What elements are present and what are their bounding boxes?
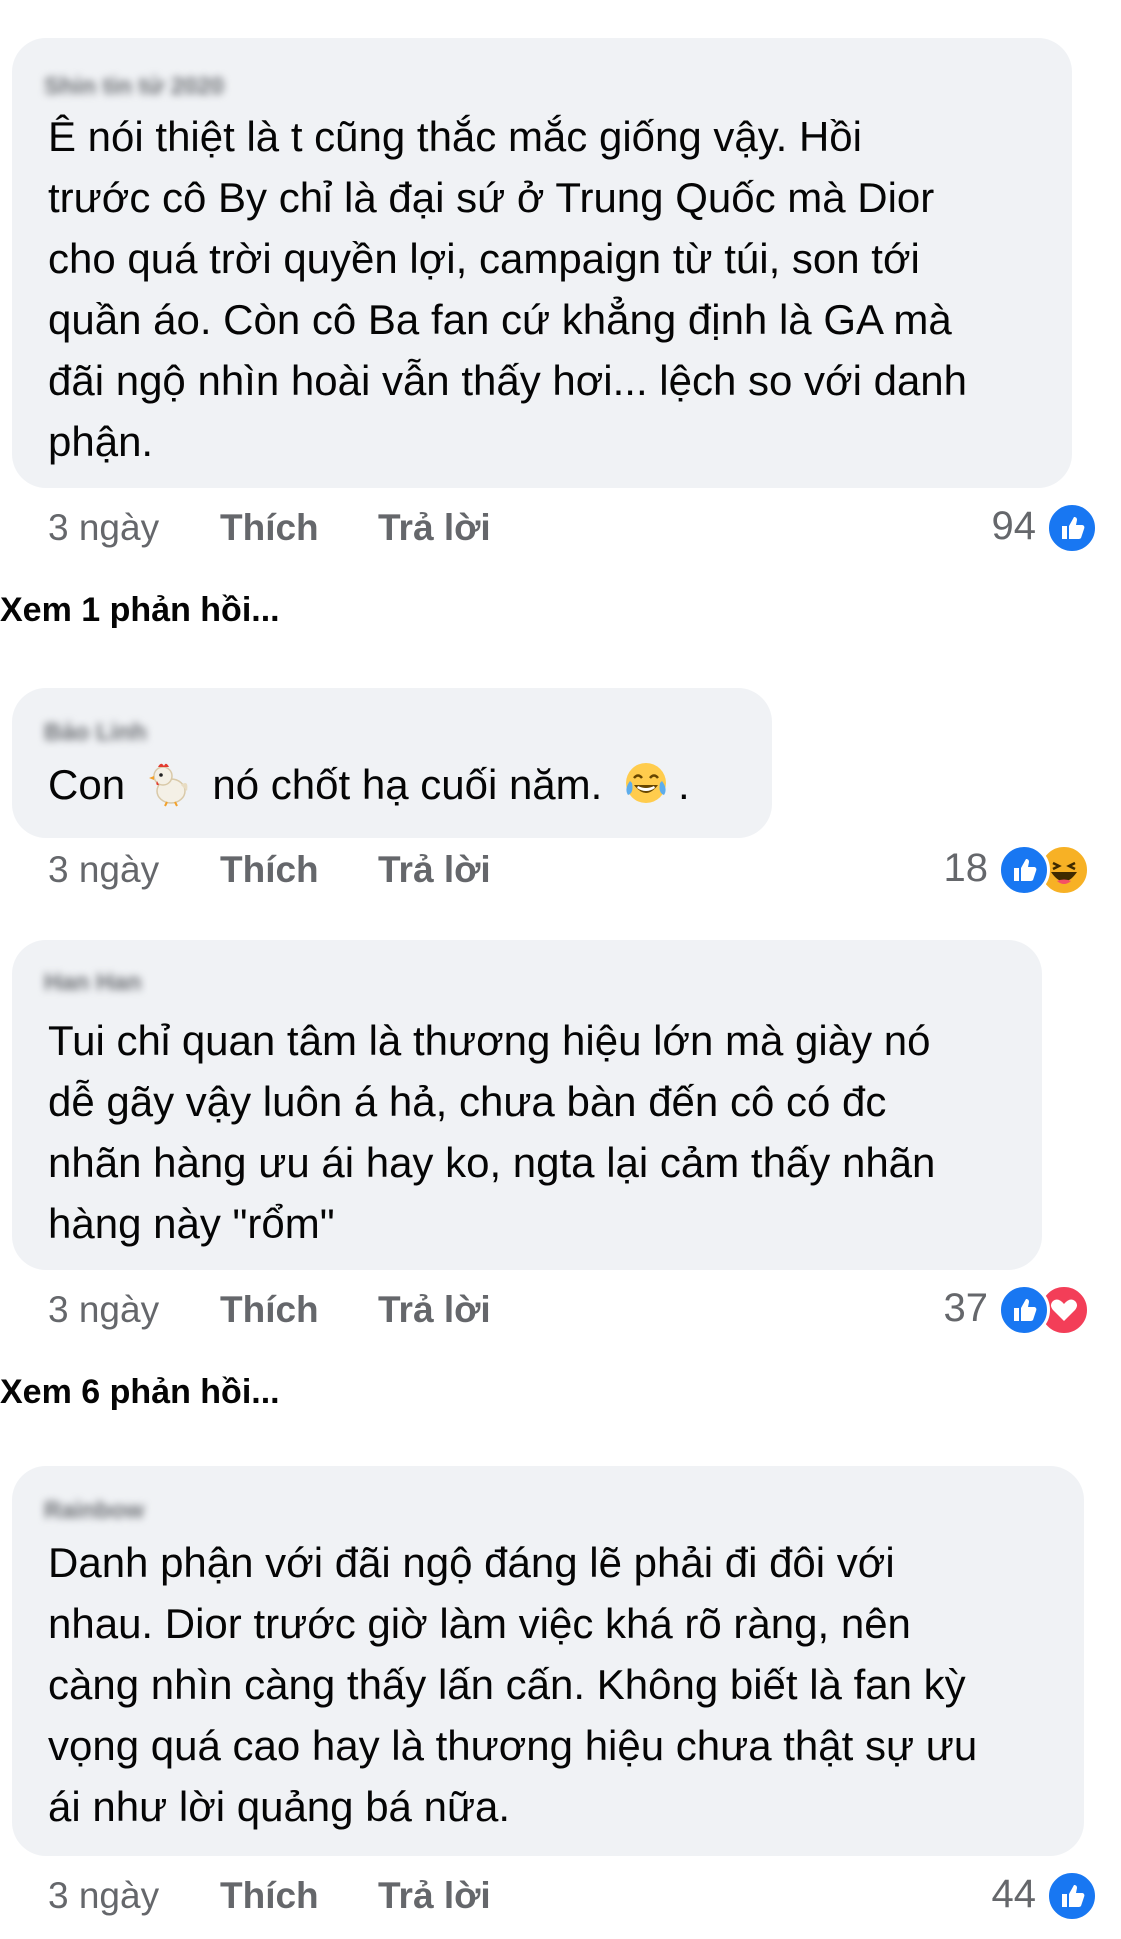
reply-button[interactable]: Trả lời: [378, 1872, 491, 1920]
comment-text-line: vọng quá cao hay là thương hiệu chưa thậ…: [48, 1722, 978, 1769]
comment-text-line: nhau. Dior trước giờ làm việc khá rõ ràn…: [48, 1600, 911, 1647]
like-icon: [998, 1284, 1050, 1336]
tears-of-joy-emoji: [622, 759, 670, 807]
comment-author[interactable]: Rainbow: [44, 1498, 144, 1524]
comment-text: Tui chỉ quan tâm là thương hiệu lớn mà g…: [48, 1010, 935, 1254]
comment-time[interactable]: 3 ngày: [48, 504, 220, 552]
comment-time[interactable]: 3 ngày: [48, 1872, 220, 1920]
comment-text-line: cho quá trời quyền lợi, campaign từ túi,…: [48, 235, 920, 282]
comment-text-line: đãi ngộ nhìn hoài vẫn thấy hơi... lệch s…: [48, 357, 968, 404]
comment-actions: 3 ngày Thích Trả lời: [48, 1872, 491, 1920]
comment-text-end: .: [678, 761, 690, 808]
like-icon: [1046, 1870, 1098, 1922]
reaction-icons[interactable]: [1046, 1870, 1106, 1922]
comment-author[interactable]: Shin tin tử 2020: [44, 74, 224, 100]
comment-text-line: càng nhìn càng thấy lấn cấn. Không biết …: [48, 1661, 966, 1708]
chicken-emoji: [145, 759, 193, 807]
comment-actions: 3 ngày Thích Trả lời: [48, 846, 491, 894]
reply-button[interactable]: Trả lời: [378, 846, 491, 894]
comment-text-line: dễ gãy vậy luôn á hả, chưa bàn đến cô có…: [48, 1078, 887, 1125]
reply-button[interactable]: Trả lời: [378, 1286, 491, 1334]
reaction-icons[interactable]: [998, 1284, 1098, 1336]
like-button[interactable]: Thích: [220, 1286, 378, 1334]
comment-text-line: Ê nói thiệt là t cũng thắc mắc giống vậy…: [48, 113, 862, 160]
comment-text-line: nhãn hàng ưu ái hay ko, ngta lại cảm thấ…: [48, 1139, 936, 1186]
comment-actions: 3 ngày Thích Trả lời: [48, 504, 491, 552]
like-button[interactable]: Thích: [220, 1872, 378, 1920]
comment-author[interactable]: Bảo Linh: [44, 720, 147, 746]
comment-text-line: trước cô By chỉ là đại sứ ở Trung Quốc m…: [48, 174, 935, 221]
comment-text-line: quần áo. Còn cô Ba fan cứ khẳng định là …: [48, 296, 952, 343]
reply-button[interactable]: Trả lời: [378, 504, 491, 552]
comment-actions: 3 ngày Thích Trả lời: [48, 1286, 491, 1334]
comment-bubble: Bảo Linh Con nó chốt hạ cuối năm. .: [12, 688, 772, 838]
comment-text-line: hàng này "rổm": [48, 1200, 335, 1247]
comment-text-middle: nó chốt hạ cuối năm.: [212, 761, 603, 808]
comment-text-line: Danh phận với đãi ngộ đáng lẽ phải đi đô…: [48, 1539, 895, 1586]
reaction-count[interactable]: 94: [946, 502, 1037, 550]
reaction-count[interactable]: 37: [898, 1284, 989, 1332]
reaction-icons[interactable]: [1046, 502, 1106, 554]
comment-bubble: Shin tin tử 2020 Ê nói thiệt là t cũng t…: [12, 38, 1072, 488]
reaction-count[interactable]: 18: [898, 844, 989, 892]
comment-time[interactable]: 3 ngày: [48, 1286, 220, 1334]
comment-text: Ê nói thiệt là t cũng thắc mắc giống vậy…: [48, 106, 967, 472]
comment-text: Con nó chốt hạ cuối năm. .: [48, 754, 690, 815]
like-button[interactable]: Thích: [220, 846, 378, 894]
reaction-count[interactable]: 44: [946, 1870, 1037, 1918]
comment-text-line: Tui chỉ quan tâm là thương hiệu lớn mà g…: [48, 1017, 931, 1064]
comment-text-line: ái như lời quảng bá nữa.: [48, 1783, 511, 1830]
comment-text-line: phận.: [48, 418, 154, 465]
comment-text-start: Con: [48, 761, 126, 808]
like-button[interactable]: Thích: [220, 504, 378, 552]
view-replies-link[interactable]: Xem 1 phản hồi...: [0, 590, 280, 630]
comment-text: Danh phận với đãi ngộ đáng lẽ phải đi đô…: [48, 1532, 977, 1837]
view-replies-link[interactable]: Xem 6 phản hồi...: [0, 1372, 280, 1412]
comment-bubble: Rainbow Danh phận với đãi ngộ đáng lẽ ph…: [12, 1466, 1084, 1856]
like-icon: [998, 844, 1050, 896]
comment-time[interactable]: 3 ngày: [48, 846, 220, 894]
comment-author[interactable]: Han Han: [44, 970, 141, 996]
reaction-icons[interactable]: [998, 844, 1098, 896]
comment-bubble: Han Han Tui chỉ quan tâm là thương hiệu …: [12, 940, 1042, 1270]
like-icon: [1046, 502, 1098, 554]
